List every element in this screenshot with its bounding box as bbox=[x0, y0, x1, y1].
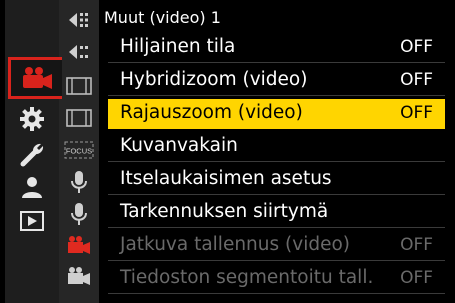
menu-item-label: Itselaukaisimen asetus bbox=[120, 168, 332, 189]
menu-item-label: Hiljainen tila bbox=[120, 36, 236, 57]
film-strip-icon bbox=[66, 109, 92, 127]
subtab-audio-1[interactable] bbox=[59, 166, 99, 198]
red-video-camera-icon bbox=[68, 236, 90, 254]
menu-item-value: OFF bbox=[400, 235, 433, 255]
menu-item-hybrid-zoom[interactable]: Hybridizoom (video) OFF bbox=[108, 66, 445, 96]
camera-menu-screen: FOCUS Muut (video) 1 Hiljainen tila OFF … bbox=[0, 0, 455, 303]
category-video[interactable] bbox=[8, 57, 62, 99]
subtab-focus[interactable] bbox=[59, 36, 99, 68]
subtab-film-2[interactable] bbox=[59, 102, 99, 134]
menu-item-label: Hybridizoom (video) bbox=[120, 69, 308, 90]
gear-icon bbox=[20, 107, 44, 131]
menu-item-focus-transition[interactable]: Tarkennuksen siirtymä bbox=[108, 198, 445, 228]
menu-item-value: OFF bbox=[400, 103, 433, 123]
menu-item-label: Tiedoston segmentoitu tall. bbox=[120, 267, 374, 288]
image-quality-icon bbox=[69, 13, 88, 27]
focus-text-icon: FOCUS bbox=[64, 141, 94, 159]
menu-item-label: Jatkuva tallennus (video) bbox=[120, 234, 350, 255]
menu-item-self-timer[interactable]: Itselaukaisimen asetus bbox=[108, 165, 445, 195]
menu-item-label: Rajauszoom (video) bbox=[120, 102, 303, 123]
wrench-icon bbox=[20, 143, 44, 167]
subtab-image-quality[interactable] bbox=[59, 4, 99, 36]
menu-item-segmented-file: Tiedoston segmentoitu tall. OFF bbox=[108, 264, 445, 294]
film-strip-icon bbox=[66, 77, 92, 95]
menu-item-crop-zoom[interactable]: Rajauszoom (video) OFF bbox=[108, 99, 445, 129]
menu-item-silent-mode[interactable]: Hiljainen tila OFF bbox=[108, 33, 445, 63]
camera-video-icon bbox=[22, 67, 52, 89]
category-sidebar bbox=[5, 0, 62, 303]
menu-item-value: OFF bbox=[400, 268, 433, 288]
person-icon bbox=[22, 177, 42, 198]
subtab-focus-text[interactable]: FOCUS bbox=[59, 134, 99, 166]
microphone-icon bbox=[71, 203, 87, 225]
page-title: Muut (video) 1 bbox=[104, 8, 221, 27]
menu-item-value: OFF bbox=[400, 37, 433, 57]
menu-item-continuous-recording: Jatkuva tallennus (video) OFF bbox=[108, 231, 445, 261]
subtab-film-1[interactable] bbox=[59, 70, 99, 102]
video-camera-icon bbox=[68, 267, 90, 285]
playback-icon bbox=[20, 211, 44, 231]
focus-icon bbox=[69, 45, 88, 59]
focus-text-label: FOCUS bbox=[66, 147, 92, 156]
subtab-other-2[interactable] bbox=[59, 260, 99, 292]
menu-item-label: Kuvanvakain bbox=[120, 135, 238, 156]
menu-item-stabilizer[interactable]: Kuvanvakain bbox=[108, 132, 445, 162]
menu-item-value: OFF bbox=[400, 70, 433, 90]
microphone-icon bbox=[71, 171, 87, 193]
subtab-sidebar: FOCUS bbox=[59, 0, 99, 303]
category-playback[interactable] bbox=[9, 200, 55, 242]
subtab-other-1-active[interactable] bbox=[59, 229, 99, 261]
menu-item-label: Tarkennuksen siirtymä bbox=[120, 201, 329, 222]
subtab-audio-2[interactable] bbox=[59, 198, 99, 230]
